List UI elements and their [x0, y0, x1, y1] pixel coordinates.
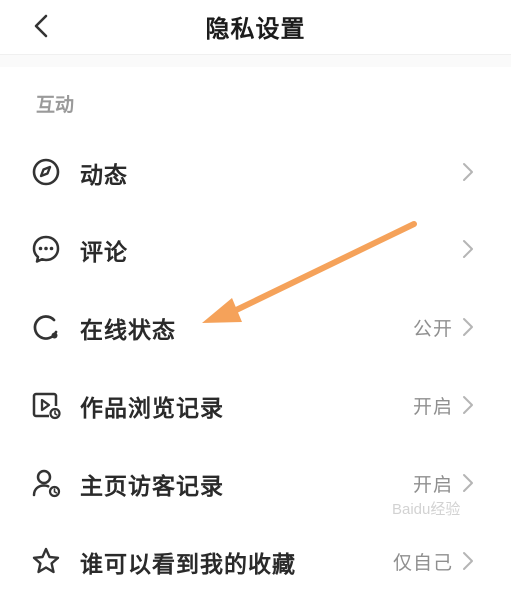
settings-row-video-history[interactable]: 作品浏览记录 开启	[0, 373, 511, 437]
compass-icon	[32, 158, 60, 186]
settings-row-moments[interactable]: 动态	[0, 140, 511, 204]
settings-row-label: 评论	[80, 240, 128, 266]
settings-row-label: 主页访客记录	[80, 474, 224, 500]
online-status-icon	[33, 315, 58, 340]
comment-icon	[32, 235, 60, 263]
settings-row-value: 开启	[412, 396, 453, 418]
settings-row-label: 作品浏览记录	[80, 396, 224, 422]
section-label-interaction: 互动	[36, 94, 75, 116]
settings-row-value: 开启	[412, 474, 453, 496]
chevron-right-icon	[463, 318, 473, 336]
visitor-icon	[32, 469, 61, 498]
top-bar: 隐私设置	[0, 0, 511, 55]
page-title: 隐私设置	[205, 15, 306, 43]
settings-row-online-status[interactable]: 在线状态 公开	[0, 295, 511, 359]
settings-row-favorites[interactable]: 谁可以看到我的收藏 仅自己	[0, 529, 511, 593]
video-history-icon	[32, 392, 61, 420]
chevron-right-icon	[463, 240, 473, 258]
settings-row-label: 在线状态	[80, 318, 176, 344]
section-divider	[0, 55, 511, 67]
settings-row-value: 仅自己	[392, 552, 453, 574]
settings-row-comments[interactable]: 评论	[0, 217, 511, 281]
settings-row-label: 谁可以看到我的收藏	[80, 552, 296, 578]
settings-row-value: 公开	[412, 318, 453, 340]
favorite-icon	[32, 547, 60, 574]
watermark-logo: Baidu经验	[392, 501, 461, 518]
chevron-right-icon	[463, 396, 473, 414]
chevron-right-icon	[463, 163, 473, 181]
chevron-right-icon	[463, 474, 473, 492]
settings-row-label: 动态	[80, 163, 128, 189]
